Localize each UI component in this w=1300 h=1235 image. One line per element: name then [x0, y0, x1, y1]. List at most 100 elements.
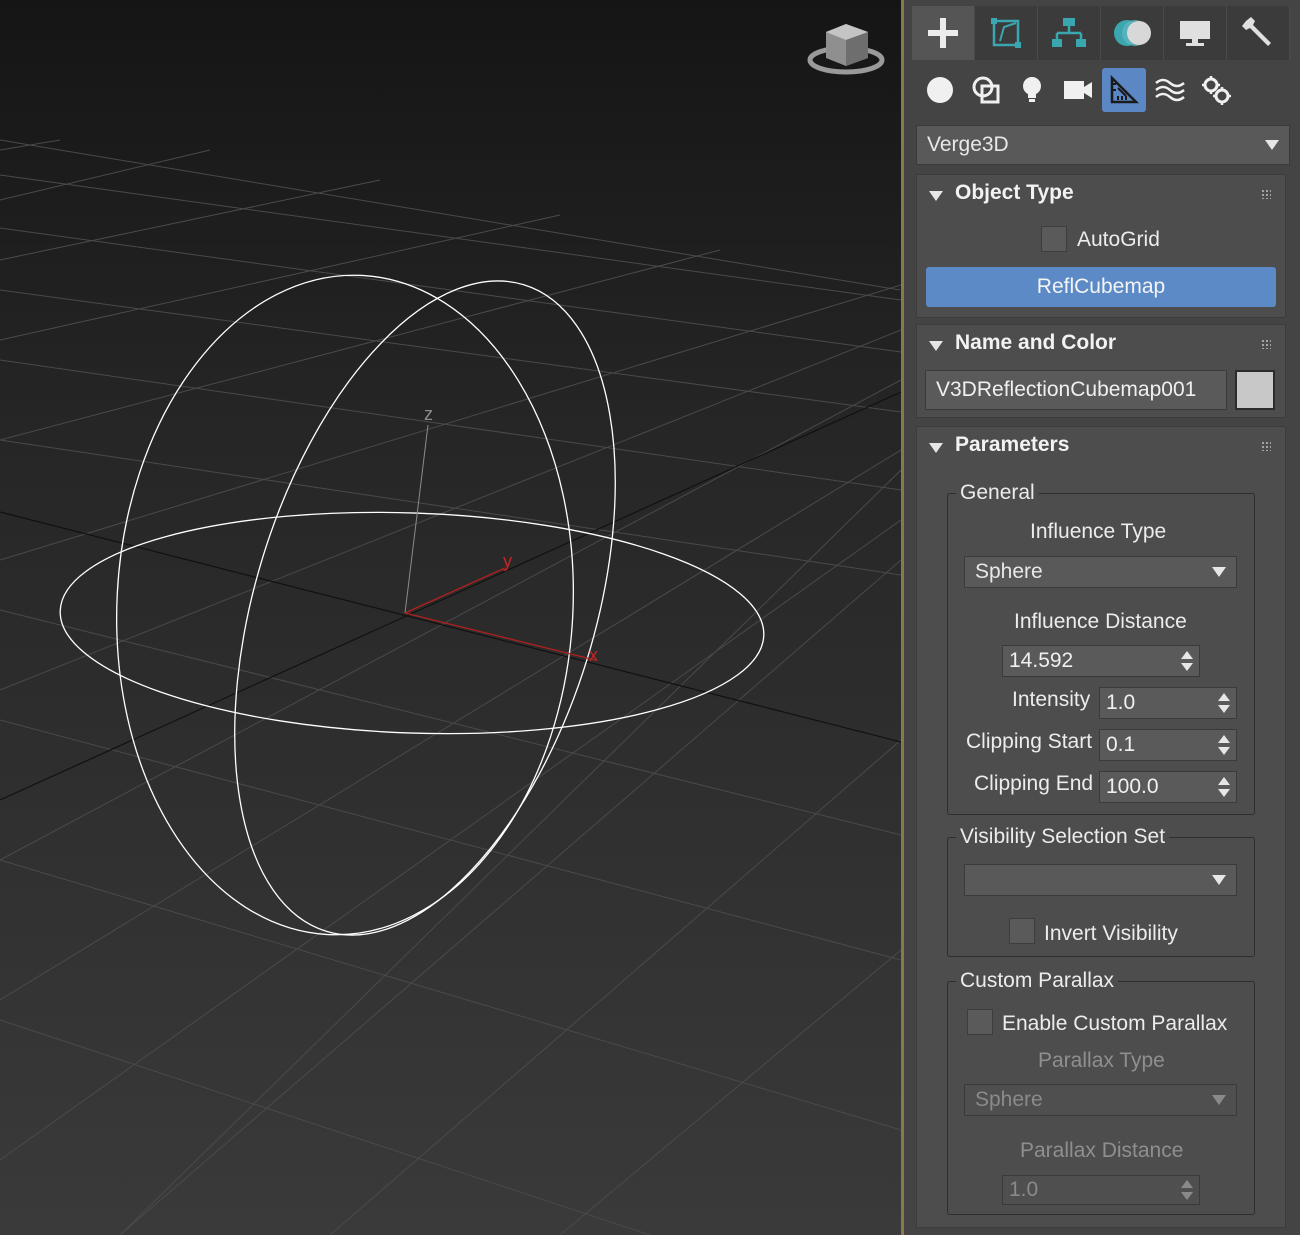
viewcube-icon[interactable]	[807, 24, 885, 75]
grid-line	[0, 519, 901, 1161]
grid-line	[119, 559, 901, 1235]
autogrid-label: AutoGrid	[1077, 228, 1160, 251]
spinner-arrows-icon[interactable]	[1181, 651, 1193, 671]
tab-modify[interactable]	[975, 6, 1038, 60]
rollout-title: Name and Color	[955, 331, 1117, 354]
clipping-end-label: Clipping End	[974, 772, 1094, 795]
perspective-viewport[interactable]: z y x	[0, 0, 901, 1235]
collapse-triangle-icon	[929, 191, 943, 201]
intensity-value: 1.0	[1106, 691, 1136, 714]
intensity-spinner[interactable]: 1.0	[1099, 687, 1237, 719]
drag-grip-icon[interactable]	[1261, 441, 1271, 451]
enable-custom-parallax-checkbox[interactable]	[967, 1009, 993, 1035]
z-axis-label: z	[424, 404, 433, 424]
viewport-canvas[interactable]: z y x	[0, 0, 901, 1235]
x-axis-line	[404, 612, 596, 661]
parallax-distance-label: Parallax Distance	[1020, 1139, 1184, 1162]
spinner-arrows-icon[interactable]	[1181, 1180, 1193, 1200]
parallax-type-dropdown[interactable]: Sphere	[964, 1084, 1237, 1116]
helper-vertical-ring-a	[116, 274, 574, 936]
visibility-selection-set-group: Visibility Selection Set Invert Visibili…	[947, 825, 1255, 957]
custom-parallax-group: Custom Parallax Enable Custom Parallax P…	[947, 969, 1255, 1215]
clipping-end-spinner[interactable]: 100.0	[1099, 771, 1237, 803]
category-helpers[interactable]	[1102, 68, 1146, 112]
object-category-dropdown[interactable]: Verge3D	[916, 125, 1290, 165]
grid-main-axis-line	[0, 391, 901, 801]
parameters-header[interactable]: Parameters	[917, 427, 1285, 467]
name-and-color-rollout: Name and Color V3DReflectionCubemap001	[916, 324, 1286, 418]
x-axis-label: x	[589, 645, 598, 665]
category-geometry[interactable]	[918, 68, 962, 112]
parallax-distance-value: 1.0	[1009, 1178, 1039, 1201]
object-type-rollout: Object Type AutoGrid ReflCubemap	[916, 174, 1286, 318]
reflection-cubemap-helper[interactable]	[56, 235, 767, 981]
category-cameras[interactable]	[1056, 68, 1100, 112]
spacewarp-icon	[1155, 78, 1185, 102]
object-category-value: Verge3D	[927, 133, 1009, 156]
tab-hierarchy[interactable]	[1038, 6, 1101, 60]
grid-line	[0, 214, 561, 341]
autogrid-checkbox[interactable]	[1041, 226, 1067, 252]
grid-line	[0, 284, 901, 561]
tab-create[interactable]	[912, 6, 975, 60]
category-space-warps[interactable]	[1148, 68, 1192, 112]
grid-line	[0, 449, 901, 1001]
tab-motion[interactable]	[1101, 6, 1164, 60]
clipping-start-label: Clipping Start	[966, 730, 1093, 753]
plus-icon	[928, 18, 958, 48]
influence-distance-spinner[interactable]: 14.592	[1002, 645, 1200, 677]
invert-visibility-checkbox[interactable]	[1009, 918, 1035, 944]
grid-line	[0, 227, 901, 353]
influence-distance-label: Influence Distance	[1014, 610, 1187, 633]
y-axis-label: y	[503, 551, 512, 571]
name-and-color-header[interactable]: Name and Color	[917, 325, 1285, 365]
spinner-arrows-icon[interactable]	[1218, 777, 1230, 797]
lightbulb-icon	[1023, 77, 1041, 102]
grid-line	[559, 949, 901, 1235]
drag-grip-icon[interactable]	[1261, 339, 1271, 349]
influence-type-label: Influence Type	[1030, 520, 1167, 543]
grid-line	[0, 439, 901, 576]
parallax-type-label: Parallax Type	[1038, 1049, 1165, 1072]
category-systems[interactable]	[1194, 68, 1238, 112]
reflcubemap-button[interactable]: ReflCubemap	[926, 267, 1276, 307]
selection-set-dropdown[interactable]	[964, 864, 1237, 896]
enable-custom-parallax-label: Enable Custom Parallax	[1002, 1012, 1228, 1035]
display-icon	[1180, 21, 1210, 46]
wrench-icon	[1242, 17, 1271, 46]
grid-lines	[0, 139, 901, 1235]
chevron-down-icon	[1265, 140, 1279, 150]
category-shapes[interactable]	[964, 68, 1008, 112]
object-name-field[interactable]: V3DReflectionCubemap001	[925, 370, 1227, 410]
spinner-arrows-icon[interactable]	[1218, 693, 1230, 713]
object-type-header[interactable]: Object Type	[917, 175, 1285, 215]
group-title: Visibility Selection Set	[956, 825, 1170, 849]
camera-icon	[1064, 81, 1092, 99]
influence-type-value: Sphere	[975, 560, 1043, 583]
tab-display[interactable]	[1164, 6, 1227, 60]
clipping-start-value: 0.1	[1106, 733, 1136, 756]
clipping-start-spinner[interactable]: 0.1	[1099, 729, 1237, 761]
grid-line	[119, 469, 901, 1235]
category-lights[interactable]	[1010, 68, 1054, 112]
influence-type-dropdown[interactable]: Sphere	[964, 556, 1237, 588]
helper-ruler-icon	[1110, 74, 1140, 104]
z-axis-line	[404, 424, 429, 614]
grid-line	[0, 359, 901, 491]
grid-line	[0, 859, 901, 1131]
shapes-icon	[972, 76, 1000, 104]
helper-horizontal-ring	[59, 511, 765, 735]
grid-line	[0, 139, 901, 291]
y-axis-line	[404, 567, 506, 614]
parallax-distance-spinner[interactable]: 1.0	[1002, 1175, 1200, 1205]
grid-line	[0, 174, 901, 301]
spinner-arrows-icon[interactable]	[1218, 735, 1230, 755]
rollout-title: Parameters	[955, 433, 1070, 456]
tab-utilities[interactable]	[1227, 6, 1290, 60]
group-title: Custom Parallax	[956, 969, 1119, 993]
grid-line	[0, 329, 901, 691]
modify-icon	[991, 18, 1021, 48]
drag-grip-icon[interactable]	[1261, 189, 1271, 199]
object-color-swatch[interactable]	[1235, 370, 1275, 410]
intensity-label: Intensity	[1012, 688, 1091, 711]
